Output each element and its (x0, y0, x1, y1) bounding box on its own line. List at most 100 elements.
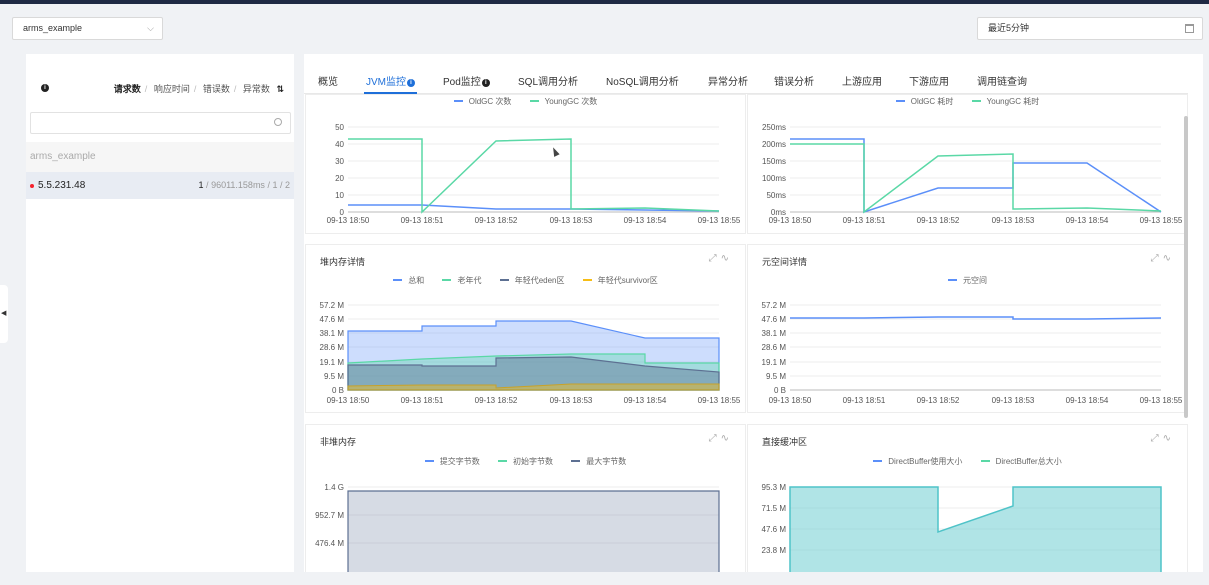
host-search-input[interactable] (30, 112, 291, 134)
y-tick: 47.6 M (320, 315, 345, 324)
info-icon[interactable]: i (41, 84, 49, 92)
x-tick: 09-13 18:53 (550, 216, 593, 225)
y-tick: 200ms (762, 140, 786, 149)
y-tick: 40 (335, 140, 344, 149)
tab-downstream[interactable]: 下游应用 (909, 73, 949, 88)
x-tick: 09-13 18:54 (1066, 216, 1109, 225)
info-icon: i (481, 79, 490, 87)
calendar-icon (1185, 24, 1194, 33)
direct-buffer-chart: 23.8 M 47.6 M 71.5 M 95.3 M (762, 483, 1162, 572)
host-stats: 1 / 96011.158ms / 1 / 2 (198, 180, 290, 190)
nonheap-chart: 476.4 M 952.7 M 1.4 G (315, 483, 720, 572)
y-tick: 9.5 M (766, 372, 786, 381)
y-tick: 19.1 M (762, 358, 787, 367)
y-tick: 71.5 M (762, 504, 787, 513)
y-tick: 20 (335, 174, 344, 183)
y-tick: 9.5 M (324, 372, 344, 381)
y-tick: 30 (335, 157, 344, 166)
tab-sql[interactable]: SQL调用分析 (518, 73, 578, 88)
host-ip: 5.5.231.48 (38, 180, 86, 191)
time-range-value: 最近5分钟 (988, 23, 1030, 33)
x-tick: 09-13 18:54 (1066, 396, 1109, 405)
scrollbar[interactable] (1184, 116, 1188, 418)
sort-response-time[interactable]: 响应时间 (154, 84, 190, 94)
x-tick: 09-13 18:53 (550, 396, 593, 405)
x-tick: 09-13 18:51 (843, 396, 886, 405)
y-tick: 38.1 M (762, 329, 787, 338)
direct-buffer-panel: 直接缓冲区 ⤢∿ DirectBuffer使用大小 DirectBuffer总大… (747, 424, 1188, 572)
host-list-item[interactable]: 5.5.231.48 1 / 96011.158ms / 1 / 2 (26, 172, 294, 199)
app-select[interactable]: arms_example ⌵ (12, 17, 163, 40)
y-tick: 28.6 M (762, 343, 787, 352)
x-tick: 09-13 18:52 (917, 216, 960, 225)
heap-chart: 0 B 9.5 M 19.1 M 28.6 M 38.1 M 47.6 M 57… (320, 301, 741, 405)
sort-requests[interactable]: 请求数 (114, 84, 141, 94)
y-tick: 19.1 M (320, 358, 345, 367)
time-range-picker[interactable]: 最近5分钟 (977, 17, 1203, 40)
x-tick: 09-13 18:53 (992, 396, 1035, 405)
y-tick: 50ms (766, 191, 786, 200)
host-list-panel: i 请求数 / 响应时间 / 错误数 / 异常数 ⇅ arms_example 5.5… (26, 54, 294, 572)
tab-bar: 概览 JVM监控 i Pod监控 i SQL调用分析 NoSQL调用分析 异常分析 … (304, 66, 1188, 94)
area-committed (347, 490, 720, 572)
y-tick: 57.2 M (320, 301, 345, 310)
tab-exceptions[interactable]: 异常分析 (708, 73, 748, 88)
top-bar (0, 0, 1209, 4)
x-tick: 09-13 18:50 (327, 216, 370, 225)
x-tick: 09-13 18:52 (475, 216, 518, 225)
area-direct-buffer (789, 486, 1162, 572)
gc-count-chart: 0 10 20 30 40 50 09-13 18:50 09-13 18:51… (327, 123, 741, 225)
sort-exceptions[interactable]: 异常数 (243, 84, 270, 94)
sort-options: 请求数 / 响应时间 / 错误数 / 异常数 ⇅ (113, 84, 284, 94)
tab-trace[interactable]: 调用链查询 (977, 73, 1027, 88)
y-tick: 0 B (774, 386, 786, 395)
y-tick: 952.7 M (315, 511, 344, 520)
collapse-sidebar-button[interactable]: ◀ (0, 285, 8, 343)
series-oldgc-time (790, 138, 1162, 214)
x-tick: 09-13 18:51 (843, 216, 886, 225)
tab-errors[interactable]: 错误分析 (774, 73, 814, 88)
sort-order-icon[interactable]: ⇅ (276, 84, 284, 94)
gc-count-panel: OldGC 次数 YoungGC 次数 0 10 20 30 40 50 09-… (305, 94, 746, 234)
x-tick: 09-13 18:50 (327, 396, 370, 405)
sort-errors[interactable]: 错误数 (203, 84, 230, 94)
y-tick: 10 (335, 191, 344, 200)
gc-time-panel: OldGC 耗时 YoungGC 耗时 0ms 50ms 100ms 150ms… (747, 94, 1188, 234)
x-tick: 09-13 18:51 (401, 396, 444, 405)
metaspace-chart: 0 B 9.5 M 19.1 M 28.6 M 38.1 M 47.6 M 57… (762, 301, 1183, 405)
y-tick: 476.4 M (315, 539, 344, 548)
y-tick: 0 B (332, 386, 344, 395)
tab-upstream[interactable]: 上游应用 (842, 73, 882, 88)
y-tick: 100ms (762, 174, 786, 183)
gc-time-chart: 0ms 50ms 100ms 150ms 200ms 250ms 09-13 1… (762, 123, 1183, 225)
info-icon: i (407, 79, 415, 87)
nonheap-panel: 非堆内存 ⤢∿ 提交字节数 初始字节数 最大字节数 476.4 M 952.7 … (305, 424, 746, 572)
x-tick: 09-13 18:55 (698, 396, 741, 405)
x-tick: 09-13 18:54 (624, 396, 667, 405)
x-tick: 09-13 18:54 (624, 216, 667, 225)
y-tick: 47.6 M (762, 315, 787, 324)
x-tick: 09-13 18:50 (769, 396, 812, 405)
search-icon (274, 118, 282, 126)
x-tick: 09-13 18:55 (1140, 396, 1183, 405)
tab-overview[interactable]: 概览 (318, 73, 338, 88)
status-dot-icon (30, 184, 34, 188)
tab-jvm[interactable]: JVM监控 i (364, 73, 417, 94)
y-tick: 38.1 M (320, 329, 345, 338)
y-tick: 57.2 M (762, 301, 787, 310)
series-younggc-count (348, 138, 720, 214)
x-tick: 09-13 18:51 (401, 216, 444, 225)
heap-panel: 堆内存详情 ⤢∿ 总和 老年代 年轻代eden区 年轻代survivor区 0 … (305, 244, 746, 413)
group-header: arms_example (26, 142, 294, 172)
x-tick: 09-13 18:50 (769, 216, 812, 225)
tab-pod[interactable]: Pod监控 i (443, 73, 490, 88)
metaspace-panel: 元空间详情 ⤢∿ 元空间 0 B 9.5 M 19.1 M 28.6 M 38.… (747, 244, 1188, 413)
y-tick: 95.3 M (762, 483, 787, 492)
tab-nosql[interactable]: NoSQL调用分析 (606, 73, 679, 88)
caret-left-icon: ◀ (1, 310, 7, 317)
y-tick: 47.6 M (762, 525, 787, 534)
y-tick: 28.6 M (320, 343, 345, 352)
x-tick: 09-13 18:55 (1140, 216, 1183, 225)
y-tick: 23.8 M (762, 546, 787, 555)
y-tick: 250ms (762, 123, 786, 132)
